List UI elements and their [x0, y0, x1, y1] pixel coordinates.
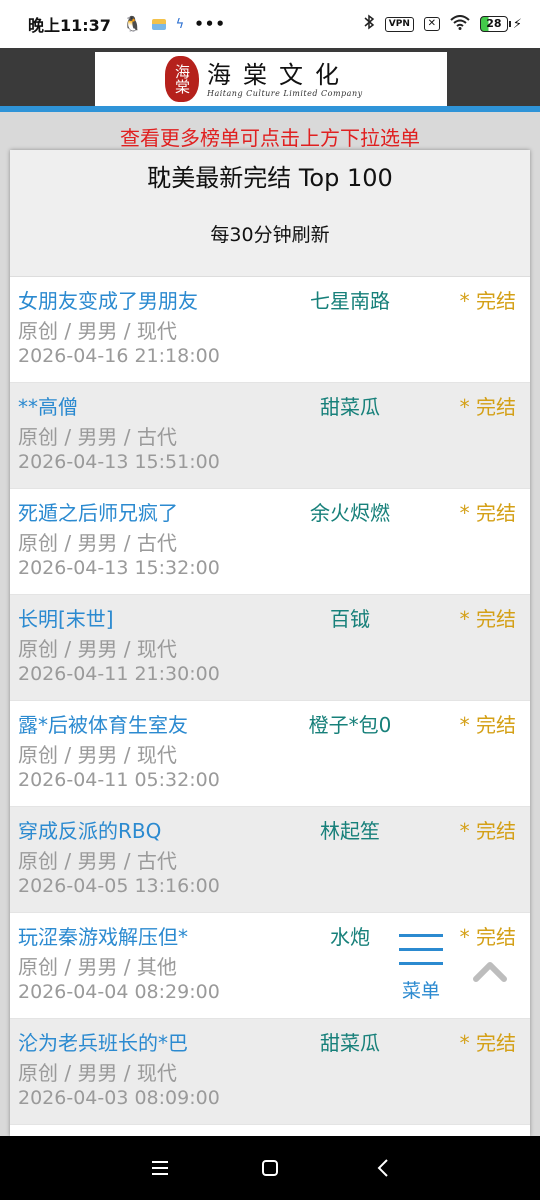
update-date: 2026-04-16 21:18:00 [18, 345, 220, 367]
scroll-top-icon[interactable] [472, 955, 508, 991]
card-icon [151, 18, 166, 30]
penguin-icon: 🐧 [122, 15, 142, 33]
hamburger-icon [399, 934, 443, 937]
dropdown-notice: 查看更多榜单可点击上方下拉选单 [120, 126, 420, 150]
list-item[interactable]: 露*后被体育生室友 橙子*包0 * 完结 原创 / 男男 / 现代 2026-0… [10, 701, 530, 807]
status-label: * 完结 [459, 925, 516, 949]
author-link[interactable]: 林起笙 [290, 815, 410, 844]
book-tags: 原创 / 男男 / 现代 [18, 319, 177, 343]
status-label: * 完结 [459, 607, 516, 631]
update-date: 2026-04-13 15:32:00 [18, 557, 220, 579]
book-title-link[interactable]: 死遁之后师兄疯了 [18, 497, 178, 526]
author-link[interactable]: 水炮 [290, 921, 410, 950]
list-title: 耽美最新完结 Top 100 [147, 164, 393, 192]
list-item[interactable]: 沦为老兵班长的*巴 甜菜瓜 * 完结 原创 / 男男 / 现代 2026-04-… [10, 1019, 530, 1125]
status-time: 晚上11:37 [28, 16, 111, 35]
logo-seal: 海棠 [165, 56, 199, 102]
list-item[interactable]: **高僧 甜菜瓜 * 完结 原创 / 男男 / 古代 2026-04-13 15… [10, 383, 530, 489]
status-label: * 完结 [459, 395, 516, 419]
status-label: * 完结 [459, 713, 516, 737]
bluetooth-icon [363, 14, 375, 34]
list-item[interactable]: 女朋友变成了男朋友 七星南路 * 完结 原创 / 男男 / 现代 2026-04… [10, 277, 530, 383]
status-label: * 完结 [459, 819, 516, 843]
author-link[interactable]: 甜菜瓜 [290, 391, 410, 420]
list-item[interactable]: 死遁之后师兄疯了 余火烬燃 * 完结 原创 / 男男 / 古代 2026-04-… [10, 489, 530, 595]
author-link[interactable]: 余火烬燃 [290, 497, 410, 526]
list-header: 耽美最新完结 Top 100 每30分钟刷新 [10, 150, 530, 277]
book-title-link[interactable]: 女朋友变成了男朋友 [18, 285, 198, 314]
list-subtitle: 每30分钟刷新 [210, 224, 330, 246]
more-dots-icon: ••• [194, 15, 226, 33]
recent-apps-icon[interactable] [140, 1152, 180, 1184]
book-tags: 原创 / 男男 / 其他 [18, 955, 177, 979]
book-tags: 原创 / 男男 / 现代 [18, 1061, 177, 1085]
logo-name-cn: 海棠文化 [207, 60, 351, 89]
update-date: 2026-04-11 05:32:00 [18, 769, 220, 791]
swirl-icon: ϟ [175, 16, 185, 32]
system-icons: VPN ✕ 28 ⚡ [363, 14, 522, 34]
list-item-partial[interactable] [10, 1125, 530, 1136]
update-date: 2026-04-05 13:16:00 [18, 875, 220, 897]
header-accent-line [0, 106, 540, 112]
menu-button[interactable]: 菜单 [396, 934, 446, 1010]
author-link[interactable]: 百钺 [290, 603, 410, 632]
book-title-link[interactable]: 玩涩秦游戏解压但* [18, 921, 188, 950]
book-title-link[interactable]: 沦为老兵班长的*巴 [18, 1027, 188, 1056]
no-sim-icon: ✕ [423, 17, 440, 31]
book-title-link[interactable]: 穿成反派的RBQ [18, 815, 161, 844]
wifi-icon [450, 14, 470, 34]
author-link[interactable]: 橙子*包0 [290, 709, 410, 738]
battery-indicator: 28 ⚡ [479, 16, 522, 32]
book-tags: 原创 / 男男 / 现代 [18, 637, 177, 661]
book-title-link[interactable]: 露*后被体育生室友 [18, 709, 188, 738]
home-icon[interactable] [250, 1152, 290, 1184]
book-tags: 原创 / 男男 / 古代 [18, 849, 177, 873]
author-link[interactable]: 甜菜瓜 [290, 1027, 410, 1056]
update-date: 2026-04-13 15:51:00 [18, 451, 220, 473]
book-tags: 原创 / 男男 / 古代 [18, 531, 177, 555]
notification-icons: 🐧 ϟ ••• [123, 15, 226, 33]
update-date: 2026-04-03 08:09:00 [18, 1087, 220, 1109]
status-bar: 晚上11:37 🐧 ϟ ••• VPN ✕ 28 ⚡ [0, 0, 540, 48]
charging-icon: ⚡ [512, 16, 522, 32]
author-link[interactable]: 七星南路 [290, 285, 410, 314]
system-nav-bar [0, 1136, 540, 1200]
book-title-link[interactable]: 长明[末世] [18, 603, 114, 632]
update-date: 2026-04-11 21:30:00 [18, 663, 220, 685]
vpn-badge: VPN [384, 16, 414, 32]
menu-label: 菜单 [401, 980, 440, 1002]
list-item[interactable]: 穿成反派的RBQ 林起笙 * 完结 原创 / 男男 / 古代 2026-04-0… [10, 807, 530, 913]
list-item[interactable]: 玩涩秦游戏解压但* 水炮 * 完结 原创 / 男男 / 其他 2026-04-0… [10, 913, 530, 1019]
back-icon[interactable] [364, 1152, 404, 1184]
site-logo[interactable]: 海棠 海棠文化 Haitang Culture Limited Company [95, 52, 447, 106]
status-label: * 完结 [459, 501, 516, 525]
book-title-link[interactable]: **高僧 [18, 391, 78, 420]
status-label: * 完结 [459, 289, 516, 313]
list-item[interactable]: 长明[末世] 百钺 * 完结 原创 / 男男 / 现代 2026-04-11 2… [10, 595, 530, 701]
logo-name-en: Haitang Culture Limited Company [207, 88, 363, 98]
status-label: * 完结 [459, 1031, 516, 1055]
book-tags: 原创 / 男男 / 古代 [18, 425, 177, 449]
ranking-list: 耽美最新完结 Top 100 每30分钟刷新 女朋友变成了男朋友 七星南路 * … [10, 150, 530, 1136]
update-date: 2026-04-04 08:29:00 [18, 981, 220, 1003]
battery-level: 28 [479, 16, 508, 32]
book-tags: 原创 / 男男 / 现代 [18, 743, 177, 767]
